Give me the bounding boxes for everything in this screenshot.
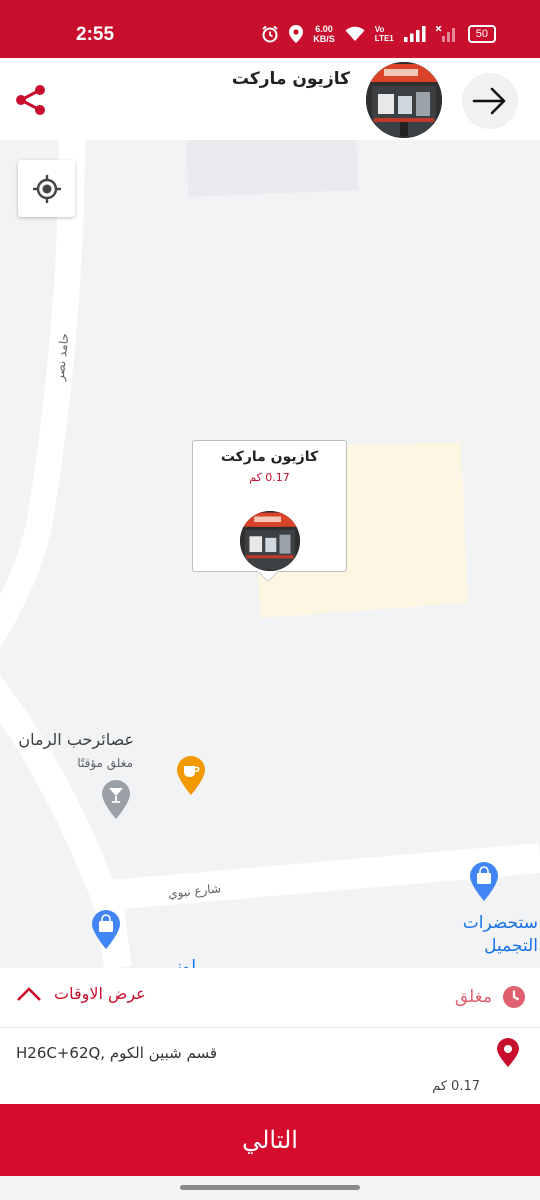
- signal-no-service-icon: [435, 26, 455, 42]
- poi-partial-label: لوز: [173, 957, 196, 968]
- poi-cosmetics-line2: التجميل: [484, 936, 538, 956]
- poi-cosmetics-label[interactable]: ستحضرات التجميل: [463, 912, 538, 958]
- status-bar: 2:55 6.00 KB/S Vo LTE1 50: [0, 0, 540, 58]
- open-status: مغلق: [455, 985, 526, 1009]
- network-speed-unit: KB/S: [313, 34, 335, 44]
- status-time: 2:55: [76, 24, 115, 45]
- network-speed-value: 6.00: [315, 24, 333, 34]
- hours-row: عرض الاوقات مغلق: [0, 968, 540, 1028]
- callout-store-photo: [240, 511, 300, 571]
- alarm-icon: [262, 25, 278, 43]
- share-icon: [16, 85, 45, 115]
- shopping-pin-icon[interactable]: [468, 860, 500, 902]
- shopping-pin-icon[interactable]: [90, 908, 122, 950]
- map-pin-icon: [497, 1038, 519, 1067]
- show-hours-label: عرض الاوقات: [54, 984, 146, 1003]
- store-callout[interactable]: كازيون ماركت 0.17 كم: [192, 440, 347, 572]
- battery-icon: 50: [467, 25, 496, 43]
- network-speed: 6.00 KB/S: [313, 24, 335, 44]
- callout-distance: 0.17 كم: [249, 471, 290, 484]
- share-button[interactable]: [14, 83, 48, 117]
- clock-icon: [503, 986, 525, 1008]
- callout-store-photo-image: [240, 511, 300, 571]
- back-button[interactable]: [462, 73, 518, 129]
- poi-cosmetics-line1: ستحضرات: [462, 913, 538, 933]
- store-photo-image: [366, 62, 442, 138]
- address-row: H26C+62Q, قسم شبين الكوم 0.17 كم: [0, 1028, 540, 1104]
- chevron-up-icon: [17, 986, 41, 1001]
- store-title: كازيون ماركت: [231, 69, 350, 89]
- bar-pin-icon[interactable]: [100, 778, 132, 820]
- address-text: H26C+62Q, قسم شبين الكوم: [16, 1044, 218, 1062]
- poi-juice-shop-name[interactable]: عصائرحب الرمان: [18, 730, 134, 749]
- arrow-right-icon: [472, 87, 506, 115]
- poi-juice-shop-status: مغلق مؤقتًا: [77, 756, 133, 770]
- callout-store-name: كازيون ماركت: [220, 449, 319, 465]
- callout-pointer: [258, 571, 278, 581]
- next-button[interactable]: التالي: [0, 1104, 540, 1176]
- volte-top: Vo: [374, 25, 385, 34]
- cafe-pin-icon[interactable]: [175, 754, 207, 796]
- store-header: كازيون ماركت: [0, 58, 540, 140]
- volte-sub: 1: [389, 34, 394, 43]
- my-location-button[interactable]: [18, 160, 75, 217]
- location-icon: [289, 25, 304, 43]
- home-indicator[interactable]: [180, 1185, 360, 1190]
- address-distance: 0.17 كم: [432, 1079, 480, 1094]
- map-view[interactable]: حامد نصر شارع نبوي عصائرحب الرمان مغلق م…: [0, 140, 540, 968]
- show-hours-toggle[interactable]: عرض الاوقات: [16, 984, 146, 1003]
- volte-bottom: LTE: [374, 34, 390, 43]
- signal-icon: [403, 26, 426, 42]
- open-status-label: مغلق: [454, 987, 492, 1007]
- volte-indicator: Vo LTE1: [375, 25, 394, 43]
- store-photo: [366, 62, 442, 138]
- battery-level: 50: [475, 28, 488, 40]
- status-icons: 6.00 KB/S Vo LTE1 50: [261, 24, 496, 44]
- locate-icon: [32, 174, 61, 203]
- wifi-icon: [345, 26, 365, 41]
